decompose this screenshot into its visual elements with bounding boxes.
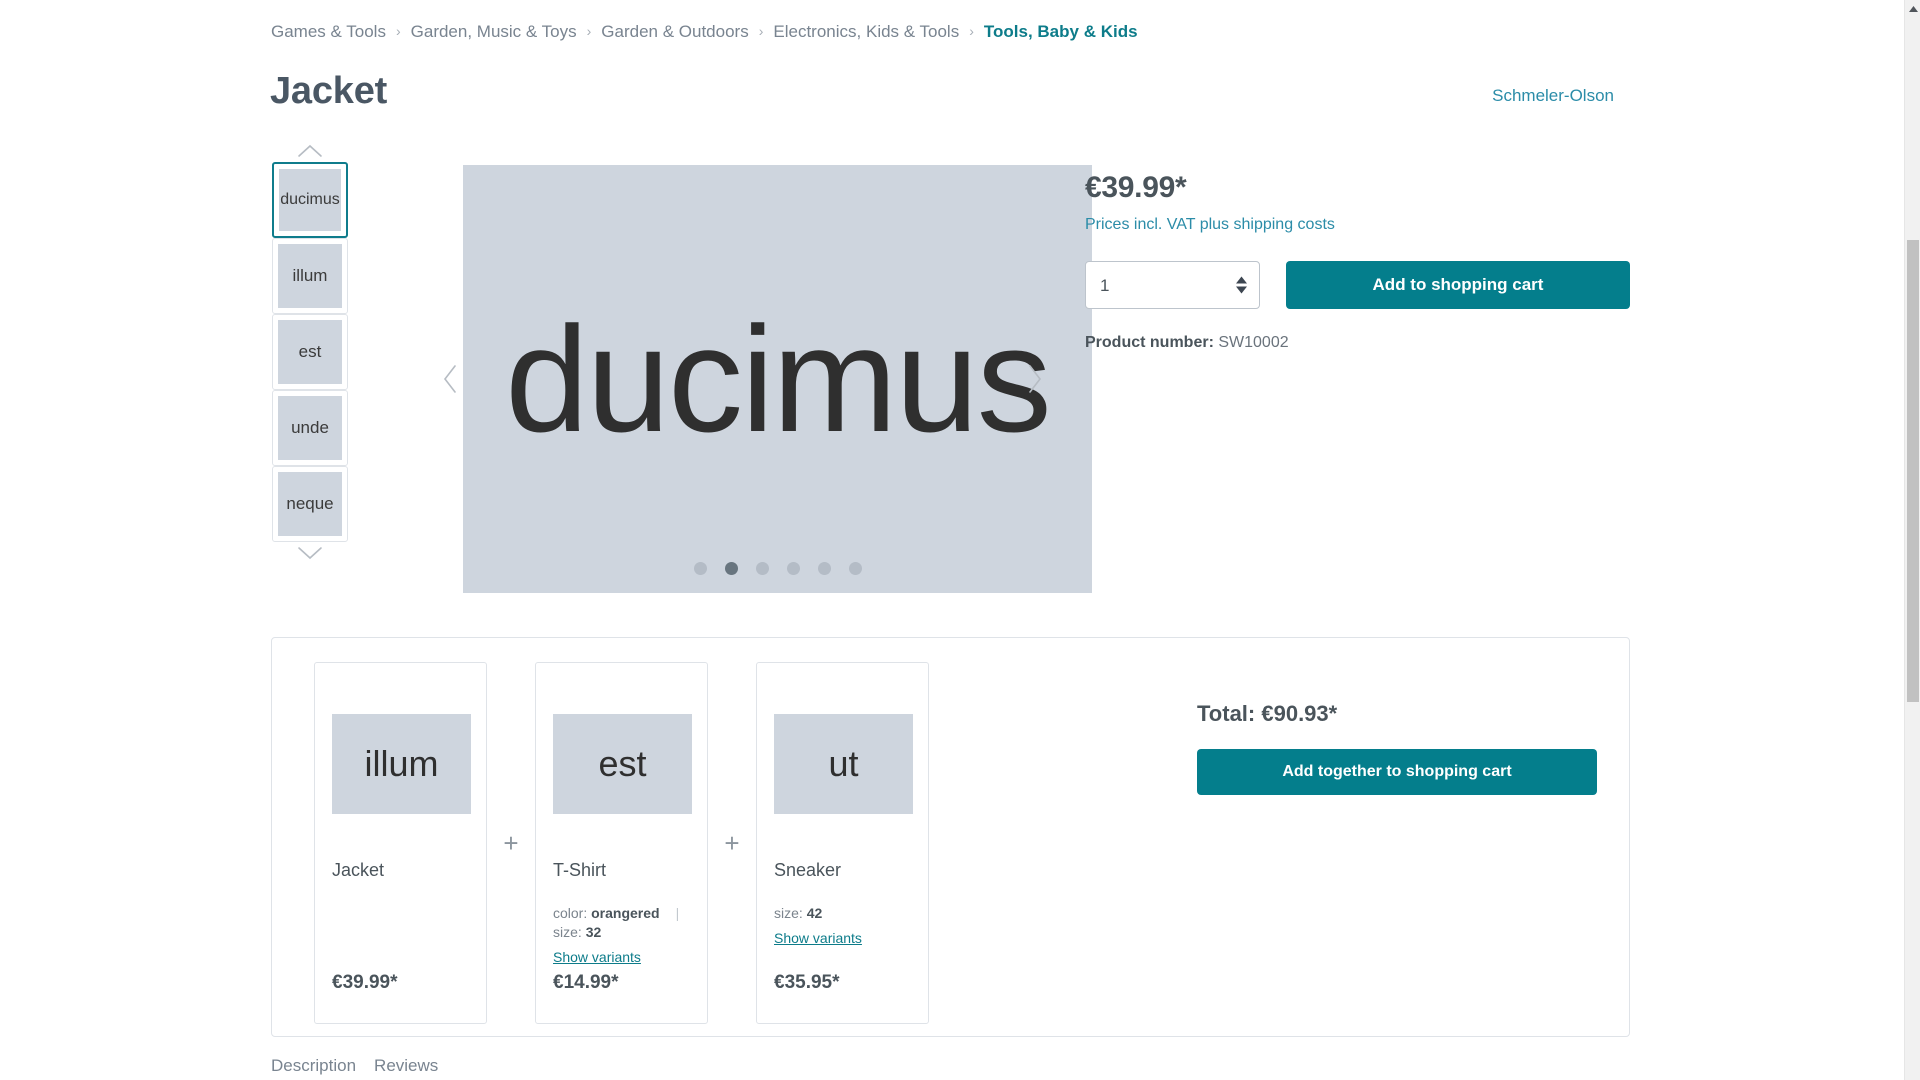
quantity-select-wrapper: 12345678910 — [1085, 261, 1260, 309]
breadcrumb-item-5[interactable]: Tools, Baby & Kids — [984, 21, 1138, 43]
gallery-thumbnail-4[interactable]: unde — [272, 390, 348, 466]
gallery-thumbnail-label: neque — [278, 472, 342, 536]
gallery-dot-5[interactable] — [817, 562, 831, 575]
bundle-product-price: €35.95* — [774, 972, 840, 993]
thumbnail-column: ducimus illum est unde neque — [270, 140, 350, 564]
gallery-dot-6[interactable] — [848, 562, 862, 575]
gallery-dot-2[interactable] — [724, 562, 738, 575]
bundle-product-image-label: ut — [828, 743, 859, 784]
option-key: size: — [774, 905, 807, 921]
add-together-button[interactable]: Add together to shopping cart — [1197, 749, 1597, 795]
bundle-total: Total: €90.93* — [1197, 701, 1338, 726]
bundle-product-card[interactable]: ut Sneaker size: 42 Show variants €35.95* — [756, 662, 929, 1024]
tab-description[interactable]: Description — [271, 1055, 356, 1077]
gallery-dot-4[interactable] — [786, 562, 800, 575]
gallery-thumbnail-label: unde — [278, 396, 342, 460]
show-variants-link[interactable]: Show variants — [553, 948, 641, 967]
product-number-value: SW10002 — [1218, 334, 1289, 351]
breadcrumb-separator: › — [969, 23, 974, 39]
product-price: €39.99* — [1085, 171, 1187, 204]
add-to-cart-button[interactable]: Add to shopping cart — [1286, 261, 1630, 309]
gallery-thumbnail-label: illum — [278, 244, 342, 308]
breadcrumb-separator: › — [586, 23, 592, 39]
bundle-product-image: illum — [332, 714, 471, 814]
bundle-product-name: T-Shirt — [553, 860, 607, 880]
bundle-product-image-label: est — [598, 743, 647, 784]
bundle-product-option: size: 32 — [553, 923, 690, 942]
bundle-inner: illum Jacket €39.99* + est T-Shirt color: oran… — [272, 638, 1629, 1036]
breadcrumb-item-3[interactable]: Garden & Outdoors — [601, 21, 748, 43]
breadcrumb-item-4[interactable]: Electronics, Kids & Tools — [773, 21, 959, 43]
gallery-next-button[interactable] — [1020, 357, 1050, 401]
detail-tabs: Description Reviews — [271, 1055, 438, 1077]
gallery-thumbnail-label: est — [278, 320, 342, 384]
caret-up-icon — [1908, 5, 1918, 12]
buy-row: 12345678910 Add to shopping cart — [1085, 261, 1630, 309]
buy-box: €39.99* Prices incl. VAT plus shipping c… — [1085, 170, 1630, 353]
gallery-dots — [463, 562, 1092, 575]
page-title: Jacket — [270, 70, 388, 112]
bundle-product-option: color: orangered | — [553, 904, 690, 923]
product-number: Product number: SW10002 — [1085, 333, 1630, 353]
manufacturer-link[interactable]: Schmeler-Olson — [1492, 85, 1614, 107]
bundle-product-options: size: 42 Show variants — [774, 904, 911, 948]
chevron-left-icon — [443, 365, 456, 393]
bundle-plus-icon: + — [503, 827, 519, 858]
gallery-thumbnail-label: ducimus — [279, 169, 341, 231]
page-content: Games & Tools › Garden, Music & Toys › Garde… — [0, 0, 1904, 1080]
product-gallery: ducimus illum est unde neque ducimus — [270, 140, 1092, 610]
thumbnail-list: ducimus illum est unde neque — [272, 162, 348, 542]
tab-reviews[interactable]: Reviews — [374, 1055, 438, 1077]
thumbnails-scroll-up-button[interactable] — [288, 140, 332, 162]
gallery-thumbnail-2[interactable]: illum — [272, 238, 348, 314]
bundle-product-name: Jacket — [332, 860, 385, 880]
bundle-product-cards: illum Jacket €39.99* + est T-Shirt color: oran… — [314, 662, 929, 1024]
gallery-main-image-label: ducimus — [505, 295, 1052, 463]
gallery-thumbnail-3[interactable]: est — [272, 314, 348, 390]
option-key: size: — [553, 924, 586, 940]
chevron-up-icon — [298, 144, 322, 157]
bundle-product-image: ut — [774, 714, 913, 814]
thumbnails-scroll-down-button[interactable] — [288, 542, 332, 564]
breadcrumb-item-1[interactable]: Games & Tools — [271, 21, 386, 43]
bundle-summary: Total: €90.93* Add together to shopping … — [1197, 662, 1597, 795]
product-number-label: Product number: — [1085, 334, 1214, 351]
bundle-product-price: €39.99* — [332, 972, 398, 993]
page-scrollbar[interactable] — [1904, 0, 1920, 1080]
gallery-dot-3[interactable] — [755, 562, 769, 575]
scrollbar-up-arrow-icon[interactable] — [1905, 0, 1920, 17]
breadcrumb-separator: › — [758, 23, 764, 39]
option-value: 42 — [806, 905, 823, 921]
quantity-select[interactable]: 12345678910 — [1085, 261, 1260, 309]
breadcrumb-item-2[interactable]: Garden, Music & Toys — [411, 21, 577, 43]
option-value: orangered — [591, 905, 660, 921]
option-separator: | — [675, 905, 680, 921]
tax-shipping-link[interactable]: Prices incl. VAT plus shipping costs — [1085, 215, 1335, 235]
breadcrumb: Games & Tools › Garden, Music & Toys › Garde… — [271, 21, 1138, 43]
gallery-main-image[interactable]: ducimus — [463, 165, 1092, 593]
show-variants-link[interactable]: Show variants — [774, 929, 862, 948]
gallery-thumbnail-5[interactable]: neque — [272, 466, 348, 542]
product-detail-page: Games & Tools › Garden, Music & Toys › Garde… — [0, 0, 1920, 1080]
gallery-thumbnail-1[interactable]: ducimus — [272, 162, 348, 238]
bundle-product-image-label: illum — [364, 743, 439, 784]
bundle-product-card[interactable]: illum Jacket €39.99* — [314, 662, 487, 1024]
bundle-product-price: €14.99* — [553, 972, 619, 993]
scrollbar-thumb[interactable] — [1907, 240, 1919, 702]
option-key: color: — [553, 905, 592, 921]
chevron-right-icon — [1029, 365, 1042, 393]
breadcrumb-separator: › — [395, 23, 401, 39]
bundle-product-image: est — [553, 714, 692, 814]
gallery-dot-1[interactable] — [693, 562, 707, 575]
bundle-product-options: color: orangered | size: 32 Show variants — [553, 904, 690, 967]
bought-together-section: illum Jacket €39.99* + est T-Shirt color: oran… — [271, 637, 1630, 1037]
option-value: 32 — [585, 924, 602, 940]
bundle-product-option: size: 42 — [774, 904, 911, 923]
gallery-prev-button[interactable] — [435, 357, 465, 401]
bundle-product-name: Sneaker — [774, 860, 842, 880]
bundle-plus-icon: + — [724, 827, 740, 858]
chevron-down-icon — [298, 547, 322, 560]
gallery-stage: ducimus — [393, 165, 1092, 593]
bundle-product-card[interactable]: est T-Shirt color: orangered | size: 32 Show … — [535, 662, 708, 1024]
